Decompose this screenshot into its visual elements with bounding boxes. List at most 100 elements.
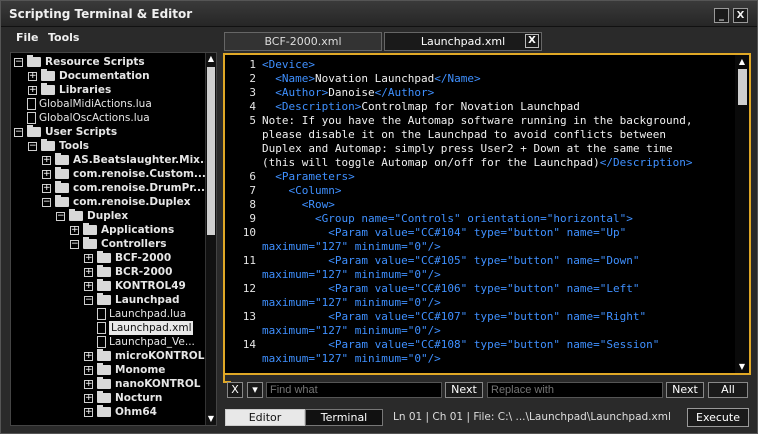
collapse-icon[interactable]: − [42, 198, 51, 207]
tab-launchpad-xml[interactable]: Launchpad.xml [384, 32, 542, 51]
tree-folder[interactable]: − Launchpad [11, 293, 207, 307]
expand-icon[interactable]: + [42, 170, 51, 179]
folder-icon [55, 195, 69, 207]
code-line: Note: If you have the Automap software r… [262, 114, 693, 127]
code-line: <Author>Danoise</Author> [262, 86, 435, 99]
replace-input[interactable] [487, 382, 663, 398]
editor-scrollbar[interactable]: ▲ ▼ [735, 55, 749, 373]
tree-file[interactable]: GlobalMidiActions.lua [11, 97, 207, 111]
tree-folder[interactable]: + Ohm64 [11, 405, 207, 419]
replace-all-button[interactable]: All [708, 382, 748, 398]
tree-folder[interactable]: + com.renoise.DrumPr... [11, 181, 207, 195]
tree-folder[interactable]: − com.renoise.Duplex [11, 195, 207, 209]
tree-file[interactable]: Launchpad.lua [11, 307, 207, 321]
file-icon [97, 336, 106, 348]
code-line: <Parameters> [262, 170, 355, 183]
tree-item-label: Launchpad_Ve... [109, 336, 195, 348]
tree-folder[interactable]: + BCR-2000 [11, 265, 207, 279]
folder-icon [83, 237, 97, 249]
expand-icon[interactable]: + [84, 394, 93, 403]
tab-bcf2000-xml[interactable]: BCF-2000.xml [224, 32, 382, 51]
expand-icon[interactable]: + [42, 156, 51, 165]
tree-folder[interactable]: + AS.Beatslaughter.Mix... [11, 153, 212, 167]
terminal-mode-button[interactable]: Terminal [305, 409, 383, 426]
expand-icon[interactable]: + [84, 408, 93, 417]
scroll-down-icon[interactable]: ▼ [206, 413, 216, 425]
expand-icon[interactable]: + [84, 380, 93, 389]
tree-folder[interactable]: + nanoKONTROL [11, 377, 207, 391]
code-line: (this will toggle Automap on/off for the… [262, 156, 693, 169]
expand-icon[interactable]: + [84, 282, 93, 291]
editor-scroll-thumb[interactable] [738, 69, 747, 105]
menu-tools[interactable]: Tools [48, 31, 79, 44]
minimize-button[interactable]: _ [714, 8, 729, 23]
tree-file[interactable]: Launchpad_Ve... [11, 335, 207, 349]
tree-folder[interactable]: + Applications [11, 223, 207, 237]
tree-folder[interactable]: − Duplex [11, 209, 207, 223]
script-browser-tree[interactable]: − Resource Scripts + Documentation + Librarie… [10, 52, 217, 426]
code-editor[interactable]: 1 2 3 4 5 6 7 8 9 10 11 12 13 14 <Device> <Name>Novat… [223, 53, 751, 375]
tree-file[interactable]: Launchpad.xml [11, 321, 207, 335]
editor-scroll-up-icon[interactable]: ▲ [737, 57, 747, 66]
title-bar[interactable]: Scripting Terminal & Editor _ X [1, 1, 757, 27]
collapse-icon[interactable]: − [70, 240, 79, 249]
expand-icon[interactable]: + [84, 268, 93, 277]
line-number: 4 [249, 100, 256, 113]
tree-scrollbar[interactable]: ▲ ▼ [205, 53, 216, 425]
file-icon [97, 308, 106, 320]
tree-folder[interactable]: − Controllers [11, 237, 207, 251]
find-input[interactable] [266, 382, 442, 398]
code-line: <Group name="Controls" orientation="hori… [262, 212, 633, 225]
collapse-icon[interactable]: − [28, 142, 37, 151]
expand-icon[interactable]: + [84, 254, 93, 263]
menu-file[interactable]: File [16, 31, 39, 44]
collapse-icon[interactable]: − [56, 212, 65, 221]
close-find-icon[interactable]: X [227, 382, 243, 398]
close-tab-icon[interactable]: X [525, 34, 539, 48]
find-next-button[interactable]: Next [445, 382, 483, 398]
find-options-dropdown[interactable]: ▾ [247, 382, 263, 398]
tree-folder[interactable]: + KONTROL49 [11, 279, 207, 293]
expand-icon[interactable]: + [42, 184, 51, 193]
code-line: <Param value="CC#104" type="button" name… [262, 226, 627, 239]
file-icon [27, 112, 36, 124]
execute-button[interactable]: Execute [687, 408, 749, 427]
tree-folder[interactable]: − User Scripts [11, 125, 207, 139]
expand-icon[interactable]: + [84, 366, 93, 375]
code-line: maximum="127" minimum="0"/> [262, 352, 441, 365]
folder-icon [97, 251, 111, 263]
code-line: <Device> [262, 58, 315, 71]
tree-scroll-thumb[interactable] [207, 67, 215, 235]
code-line: <Param value="CC#106" type="button" name… [262, 282, 640, 295]
editor-scroll-down-icon[interactable]: ▼ [737, 362, 747, 371]
expand-icon[interactable]: + [28, 86, 37, 95]
tree-folder[interactable]: − Resource Scripts [11, 55, 207, 69]
tree-item-label: User Scripts [45, 126, 118, 138]
file-icon [97, 322, 106, 334]
tree-folder[interactable]: + BCF-2000 [11, 251, 207, 265]
tree-folder[interactable]: + microKONTROL [11, 349, 207, 363]
tree-folder[interactable]: + Documentation [11, 69, 207, 83]
folder-icon [41, 69, 55, 81]
tree-folder[interactable]: + Nocturn [11, 391, 207, 405]
collapse-icon[interactable]: − [84, 296, 93, 305]
editor-mode-button[interactable]: Editor [225, 409, 305, 426]
replace-next-button[interactable]: Next [666, 382, 704, 398]
tree-item-label: Nocturn [115, 392, 163, 404]
expand-icon[interactable]: + [84, 352, 93, 361]
expand-icon[interactable]: + [28, 72, 37, 81]
tree-folder[interactable]: + Libraries [11, 83, 207, 97]
tree-item-label: microKONTROL [115, 350, 205, 362]
tree-file[interactable]: GlobalOscActions.lua [11, 111, 207, 125]
close-window-button[interactable]: X [733, 8, 748, 23]
line-number: 8 [249, 198, 256, 211]
collapse-icon[interactable]: − [14, 58, 23, 67]
tree-folder[interactable]: − Tools [11, 139, 207, 153]
line-number: 6 [249, 170, 256, 183]
tree-folder[interactable]: + com.renoise.Custom... [11, 167, 207, 181]
tree-folder[interactable]: + Monome [11, 363, 207, 377]
expand-icon[interactable]: + [70, 226, 79, 235]
scroll-up-icon[interactable]: ▲ [206, 53, 216, 65]
collapse-icon[interactable]: − [14, 128, 23, 137]
folder-icon [69, 209, 83, 221]
